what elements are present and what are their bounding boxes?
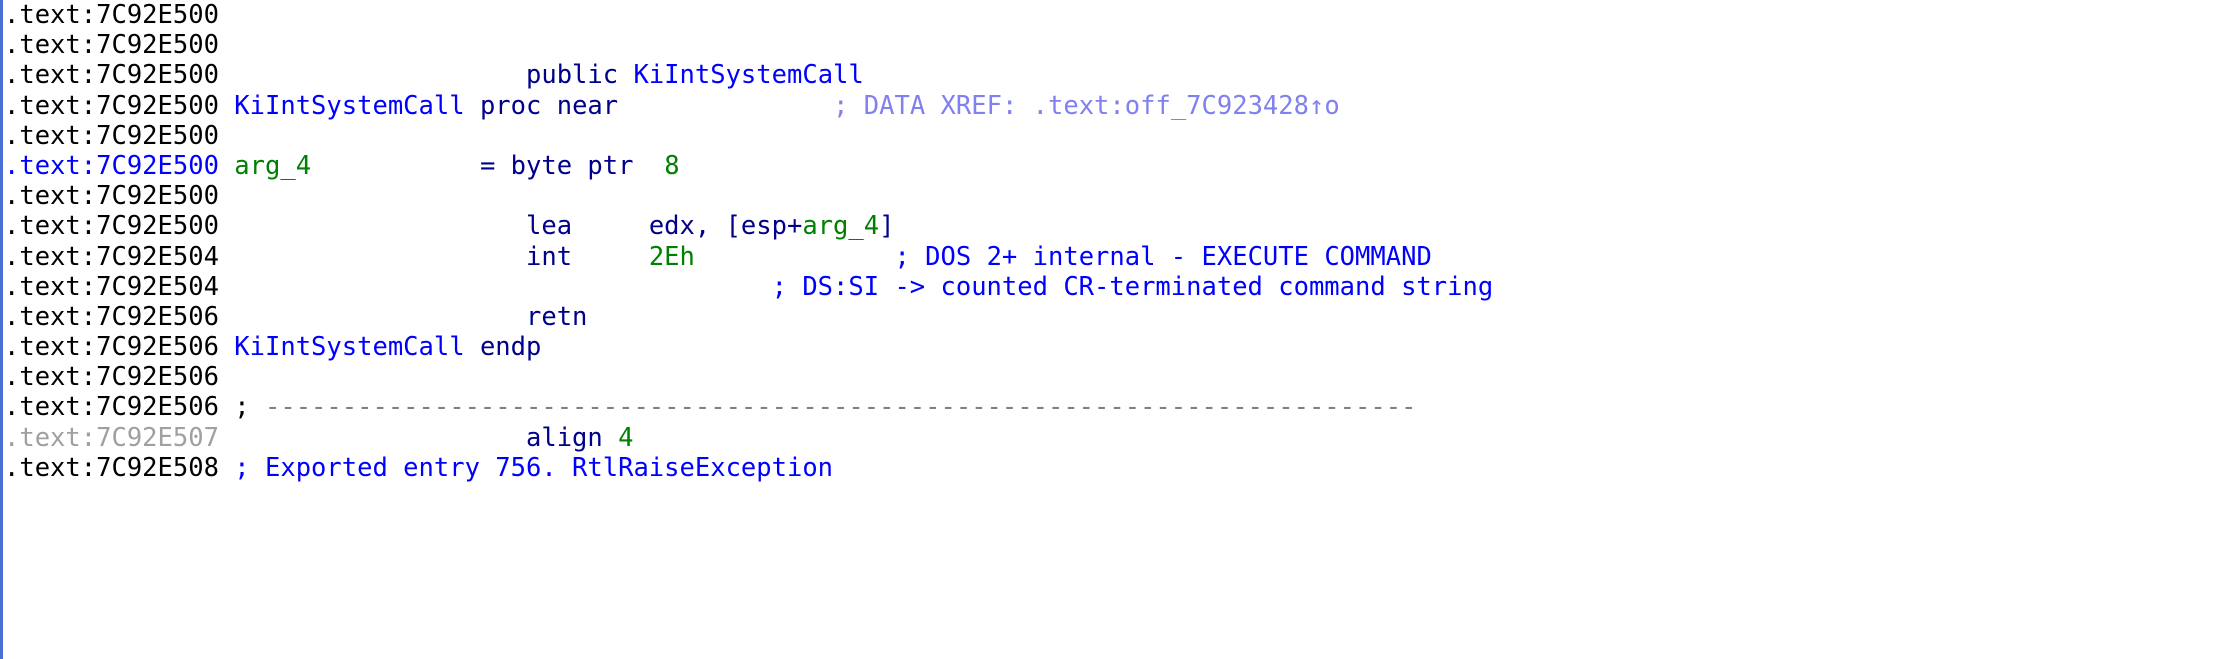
- code-line[interactable]: .text:7C92E506 KiIntSystemCall endp: [4, 332, 2234, 362]
- code-line-list[interactable]: .text:7C92E500 .text:7C92E500 .text:7C92E5…: [4, 0, 2234, 659]
- line-address: .text:7C92E506: [4, 362, 219, 393]
- line-address: .text:7C92E500: [4, 90, 219, 121]
- code-token-keyword: public: [525, 60, 619, 91]
- code-token-mnemonic: lea: [525, 211, 573, 242]
- code-line[interactable]: .text:7C92E500: [4, 181, 2234, 211]
- code-token-keyword: proc near: [479, 90, 619, 121]
- code-line[interactable]: .text:7C92E500 KiIntSystemCall proc near…: [4, 91, 2234, 121]
- code-token-semi: ;: [218, 392, 265, 423]
- code-token-mnemonic: int: [525, 241, 573, 272]
- line-address: .text:7C92E500: [4, 211, 219, 242]
- code-token-name: KiIntSystemCall: [633, 60, 864, 91]
- code-line[interactable]: .text:7C92E500 arg_4 = byte ptr 8: [4, 151, 2234, 181]
- code-token-comment: ; DS:SI -> counted CR-terminated command…: [771, 271, 1494, 302]
- code-line[interactable]: .text:7C92E508 ; Exported entry 756. Rtl…: [4, 453, 2234, 483]
- code-token-mnemonic: retn: [525, 301, 588, 332]
- line-address: .text:7C92E500: [4, 0, 219, 30]
- code-line[interactable]: .text:7C92E504 int 2Eh ; DOS 2+ internal…: [4, 242, 2234, 272]
- line-address: .text:7C92E506: [4, 332, 219, 363]
- code-line[interactable]: .text:7C92E500 lea edx, [esp+arg_4]: [4, 211, 2234, 241]
- code-token-num: 4: [618, 422, 634, 453]
- line-address: .text:7C92E500: [4, 60, 219, 91]
- code-token-comment: ; DOS 2+ internal - EXECUTE COMMAND: [894, 241, 1432, 272]
- code-token-xref: ; DATA XREF: .text:off_7C923428↑o: [833, 90, 1340, 121]
- code-token-reg: ]: [879, 211, 895, 242]
- code-token-keyword: = byte ptr: [479, 150, 634, 181]
- code-line[interactable]: .text:7C92E506: [4, 362, 2234, 392]
- code-line[interactable]: .text:7C92E500: [4, 0, 2234, 30]
- line-address: .text:7C92E506: [4, 301, 219, 332]
- line-address: .text:7C92E500: [4, 120, 219, 151]
- code-line[interactable]: .text:7C92E506 retn: [4, 302, 2234, 332]
- code-token-num: 2Eh: [648, 241, 695, 272]
- code-line[interactable]: .text:7C92E506 ; -----------------------…: [4, 392, 2234, 422]
- code-token-localvar: arg_4: [802, 211, 880, 242]
- line-address: .text:7C92E500: [4, 181, 219, 212]
- code-token-reg: edx, [esp+: [648, 211, 803, 242]
- code-token-directive: align: [525, 422, 603, 453]
- code-token-name: KiIntSystemCall: [234, 332, 465, 363]
- line-address: .text:7C92E504: [4, 271, 219, 302]
- code-token-localvar: arg_4: [234, 150, 312, 181]
- code-line[interactable]: .text:7C92E504 ; DS:SI -> counted CR-ter…: [4, 272, 2234, 302]
- code-line[interactable]: .text:7C92E500: [4, 121, 2234, 151]
- code-line[interactable]: .text:7C92E500 public KiIntSystemCall: [4, 60, 2234, 90]
- code-line[interactable]: .text:7C92E507 align 4: [4, 423, 2234, 453]
- code-token-keyword: endp: [479, 332, 542, 363]
- line-address: .text:7C92E500: [4, 30, 219, 61]
- code-token-num: 8: [664, 150, 680, 181]
- disassembly-view[interactable]: .text:7C92E500 .text:7C92E500 .text:7C92E5…: [0, 0, 2234, 659]
- line-address: .text:7C92E507: [4, 422, 219, 453]
- code-line[interactable]: .text:7C92E500: [4, 30, 2234, 60]
- line-address: .text:7C92E506: [4, 392, 219, 423]
- line-address: .text:7C92E508: [4, 452, 219, 483]
- code-token-name: KiIntSystemCall: [234, 90, 465, 121]
- code-token-comment: ; Exported entry 756. RtlRaiseException: [234, 452, 834, 483]
- line-address: .text:7C92E500: [4, 150, 219, 181]
- line-address: .text:7C92E504: [4, 241, 219, 272]
- code-token-dashes: ----------------------------------------…: [265, 392, 1417, 423]
